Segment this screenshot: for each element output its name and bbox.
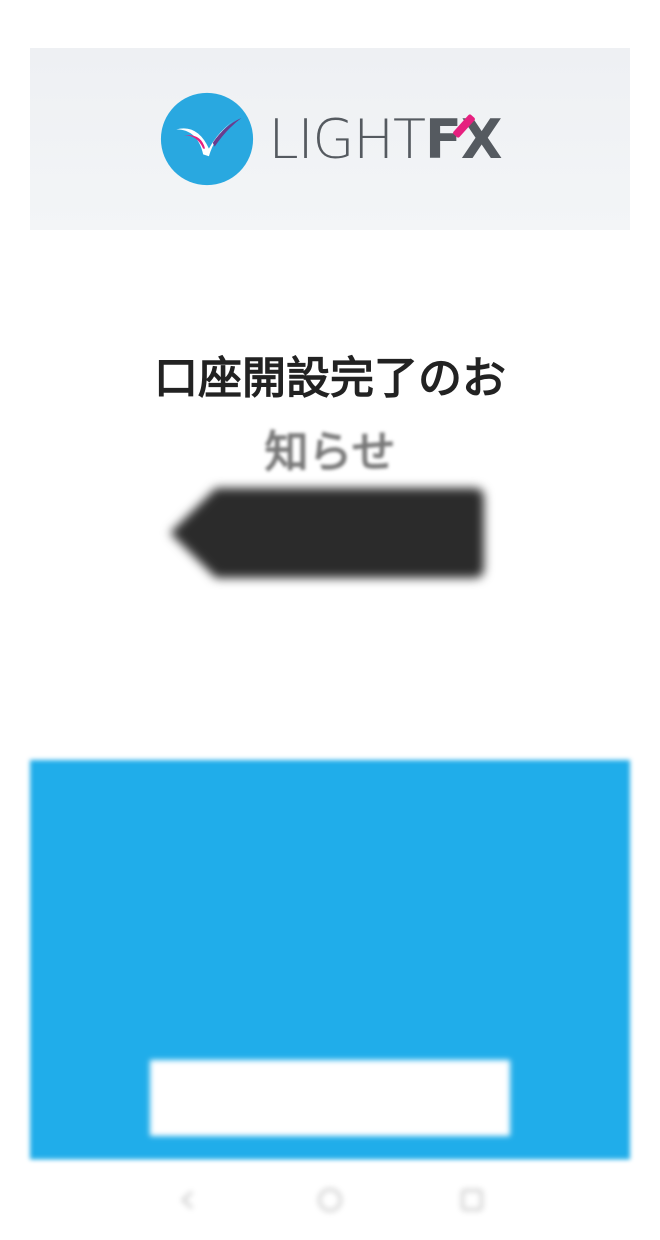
back-icon[interactable] [174, 1186, 202, 1214]
logo-text-light: LIGHT [268, 107, 426, 171]
page-title-line-1: 口座開設完了のお [154, 353, 506, 404]
light-fx-logo: LIGHT FX [159, 91, 502, 187]
system-navigation-bar [0, 1160, 660, 1240]
page: LIGHT FX 口座開設完了のお 知らせ [0, 0, 660, 1240]
notice-tag-shape [170, 488, 484, 578]
login-button[interactable] [150, 1060, 510, 1136]
page-title-line-2: 知らせ [264, 427, 396, 478]
notice-tag [170, 484, 486, 582]
light-fx-logo-mark-icon [160, 92, 253, 186]
info-card [30, 760, 630, 1162]
logo-text-fx: FX [424, 107, 503, 171]
home-icon[interactable] [316, 1186, 344, 1214]
logo-wordmark: LIGHT FX [268, 107, 503, 171]
logo-banner: LIGHT FX [30, 48, 630, 230]
recent-apps-icon[interactable] [458, 1186, 486, 1214]
